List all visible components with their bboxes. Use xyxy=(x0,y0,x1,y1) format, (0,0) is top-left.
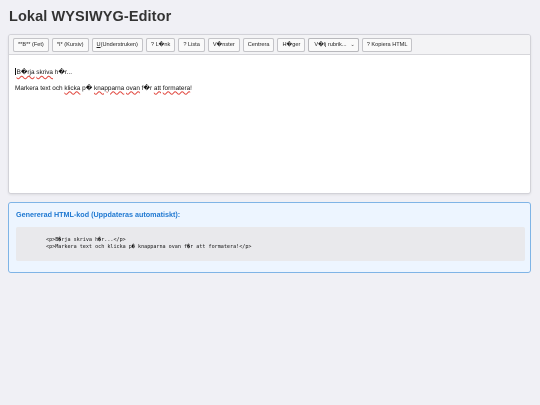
editor-paragraph-2[interactable]: Markera text och klicka p� knapparna ova… xyxy=(15,85,524,93)
page-title: Lokal WYSIWYG-Editor xyxy=(9,9,172,25)
html-code-block: <p>B�rja skriva h�r...</p> <p>Markera tex… xyxy=(16,227,525,261)
spell-error-word: skriva xyxy=(36,69,53,76)
code-line: <p>Markera text och klicka p� knapparna … xyxy=(46,243,252,250)
paragraph-text: p� xyxy=(80,84,95,92)
italic-button[interactable]: *I* (Kursiv) xyxy=(51,37,89,52)
code-line: <p>B�rja skriva h�r...</p> xyxy=(46,237,126,243)
editor-paragraph-1[interactable]: B�rja skriva h�r... xyxy=(15,68,524,77)
underline-button[interactable]: U (Understruken) xyxy=(91,37,143,52)
align-left-button[interactable]: V�nster xyxy=(207,37,240,52)
html-output-panel: Genererad HTML-kod (Uppdateras automatis… xyxy=(8,202,531,273)
link-button[interactable]: ? L�nk xyxy=(145,37,176,52)
align-center-button[interactable]: Centrera xyxy=(242,37,275,52)
paragraph-text: Markera text och xyxy=(15,84,65,92)
heading-select-value: V�lj rubrik... xyxy=(314,41,347,48)
spell-error-word: klicka xyxy=(64,84,81,92)
align-right-button[interactable]: H�ger xyxy=(277,37,306,52)
underline-button-text: (Understruken) xyxy=(100,41,138,48)
spell-error-word: att xyxy=(153,84,161,92)
paragraph-text: f�r xyxy=(139,84,154,92)
spell-error-word: ovan xyxy=(126,84,140,92)
paragraph-text: ! xyxy=(190,84,192,92)
heading-select[interactable]: V�lj rubrik... ⌄ xyxy=(308,37,359,52)
text-cursor xyxy=(15,68,16,75)
spell-error-word: B�rja xyxy=(16,69,35,76)
spell-error-word: knapparna xyxy=(94,84,125,92)
bold-button[interactable]: **B** (Fet) xyxy=(13,37,49,52)
chevron-down-icon: ⌄ xyxy=(350,41,355,48)
output-panel-title: Genererad HTML-kod (Uppdateras automatis… xyxy=(16,210,181,219)
list-button[interactable]: ? Lista xyxy=(178,37,205,52)
editable-content[interactable]: B�rja skriva h�r... Markera text och kli… xyxy=(9,55,530,92)
spell-error-word: formatera xyxy=(162,84,191,92)
formatting-toolbar: **B** (Fet) *I* (Kursiv) U (Understruken… xyxy=(9,35,530,55)
editor-panel: **B** (Fet) *I* (Kursiv) U (Understruken… xyxy=(8,34,531,194)
paragraph-text: h�r... xyxy=(53,69,72,76)
copy-html-button[interactable]: ? Kopiera HTML xyxy=(361,37,413,52)
